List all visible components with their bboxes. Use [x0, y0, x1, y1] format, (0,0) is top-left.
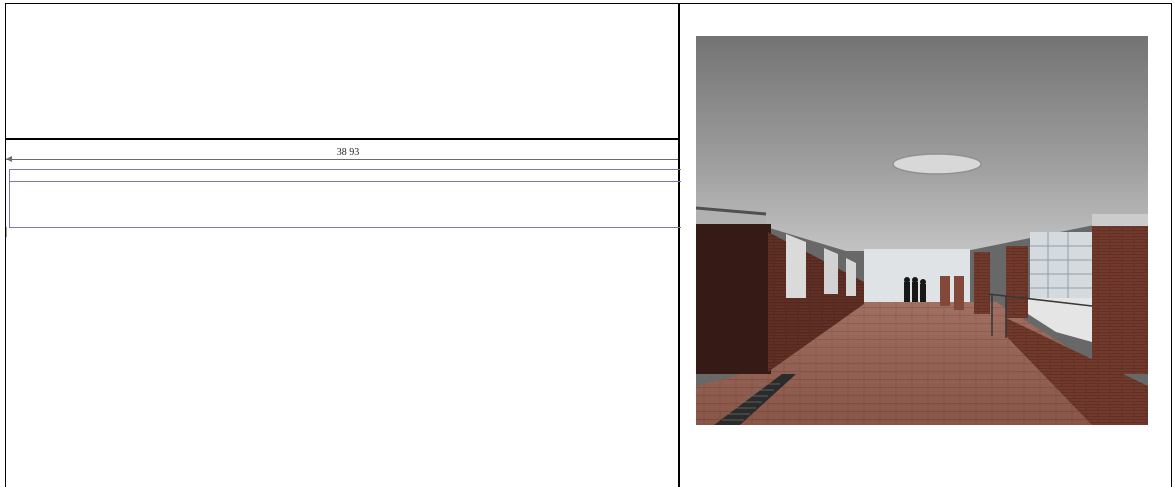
left-edge-tick	[6, 227, 7, 237]
drawing-box-inner-line	[9, 181, 681, 182]
corridor-photo	[696, 36, 1148, 425]
column-divider	[678, 3, 680, 487]
dimension-label: 38 93	[336, 147, 360, 158]
corridor-photo-image	[696, 36, 1148, 425]
row-divider	[5, 138, 679, 140]
dimension-line	[6, 159, 678, 160]
drawing-box	[9, 169, 681, 228]
